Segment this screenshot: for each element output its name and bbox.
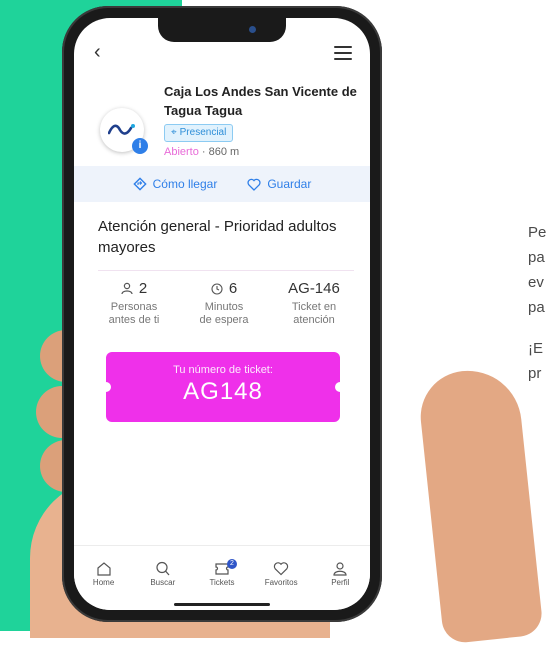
bottom-tab-bar: Home Buscar 2 Tickets Favoritos Perfil: [74, 545, 370, 610]
promo-text-line: pa: [528, 249, 545, 266]
tab-search[interactable]: Buscar: [138, 561, 188, 587]
ticket-card[interactable]: Tu número de ticket: AG148: [101, 352, 345, 422]
info-icon[interactable]: i: [132, 138, 148, 154]
phone-frame: ‹ i Caja Los Andes San Vicente de Tagua …: [62, 6, 382, 622]
tab-label: Perfil: [331, 578, 350, 587]
ticket-label: Tu número de ticket:: [173, 364, 273, 376]
current-ticket-value: AG-146: [288, 280, 340, 297]
directions-icon: [132, 177, 147, 191]
phone-notch: [158, 18, 286, 42]
promo-text-line: pa: [528, 299, 545, 316]
open-status: Abierto: [164, 146, 199, 158]
action-bar: Cómo llegar Guardar: [74, 166, 370, 202]
mode-badge-label: Presencial: [179, 127, 227, 138]
promo-text-line: ev: [528, 274, 544, 291]
people-ahead-stat: 2 Personas antes de ti: [90, 280, 178, 327]
tab-profile[interactable]: Perfil: [315, 561, 365, 587]
tickets-count-badge: 2: [226, 559, 237, 569]
branch-name: Caja Los Andes San Vicente de Tagua Tagu…: [164, 84, 357, 118]
back-arrow-icon[interactable]: ‹: [94, 42, 101, 62]
menu-icon[interactable]: [334, 46, 352, 64]
queue-stats: 2 Personas antes de ti 6 Minutos de espe…: [90, 280, 358, 327]
save-label: Guardar: [267, 177, 312, 191]
tab-label: Home: [92, 578, 115, 587]
promo-text-line: Pe: [528, 224, 546, 241]
save-button[interactable]: Guardar: [247, 177, 311, 191]
stat-caption: Minutos: [204, 301, 244, 313]
location-pin-icon: ⌖: [171, 127, 177, 138]
home-icon: [96, 562, 111, 576]
ticket-number: AG148: [183, 378, 263, 405]
promo-text-line: ¡E: [528, 340, 543, 357]
wait-time-stat: 6 Minutos de espera: [180, 280, 268, 327]
stat-caption: Personas: [110, 301, 158, 313]
stat-caption: atención: [293, 314, 335, 326]
promo-text-line: pr: [528, 365, 542, 382]
branch-logo: i: [100, 108, 148, 154]
mode-badge: ⌖ Presencial: [164, 124, 234, 142]
hand-thumb: [416, 365, 544, 645]
caja-los-andes-logo-icon: [108, 124, 135, 135]
tab-tickets[interactable]: 2 Tickets: [197, 559, 247, 587]
ticket-notch: [335, 382, 345, 392]
home-indicator: [174, 603, 270, 606]
clock-icon: [211, 282, 223, 295]
stat-caption: de espera: [199, 314, 249, 326]
tab-home[interactable]: Home: [79, 561, 129, 587]
tab-label: Favoritos: [264, 578, 298, 587]
directions-label: Cómo llegar: [152, 177, 218, 191]
ticket-notch: [101, 382, 111, 392]
heart-icon: [273, 562, 289, 576]
profile-icon: [333, 562, 347, 576]
stat-caption: antes de ti: [108, 314, 160, 326]
branch-status: Abierto · 860 m: [164, 146, 239, 158]
phone-screen: ‹ i Caja Los Andes San Vicente de Tagua …: [74, 18, 370, 610]
wait-time-value: 6: [228, 280, 238, 297]
person-icon: [121, 282, 133, 295]
search-icon: [156, 561, 170, 576]
directions-button[interactable]: Cómo llegar: [132, 177, 218, 191]
stat-caption: Ticket en: [291, 301, 337, 313]
divider: [98, 270, 354, 271]
distance: · 860 m: [198, 146, 240, 158]
people-ahead-value: 2: [138, 280, 148, 297]
branch-header: i Caja Los Andes San Vicente de Tagua Ta…: [100, 66, 360, 158]
tab-favorites[interactable]: Favoritos: [256, 561, 306, 587]
current-ticket-stat: AG-146 Ticket en atención: [270, 280, 358, 327]
service-title: Atención general - Prioridad adultos may…: [98, 218, 337, 256]
tab-label: Tickets: [209, 578, 235, 587]
tab-label: Buscar: [150, 578, 176, 587]
heart-icon: [247, 178, 261, 191]
top-bar: ‹: [74, 40, 370, 68]
promo-text: Pe pa ev pa ¡E pr: [528, 220, 546, 386]
